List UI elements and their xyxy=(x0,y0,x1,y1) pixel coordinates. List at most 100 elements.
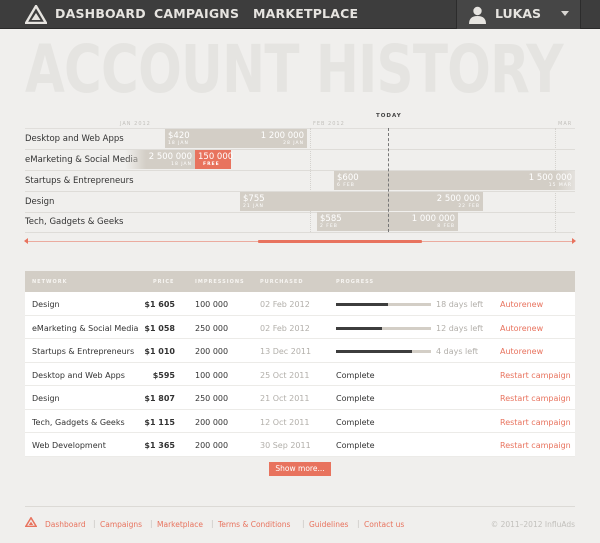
bar-impressions: 1 500 000 xyxy=(528,173,572,183)
footer-logo-icon[interactable] xyxy=(25,517,37,527)
bar-end-date: 8 Feb xyxy=(437,224,455,229)
footer-link-terms[interactable]: Terms & Conditions xyxy=(218,520,290,529)
cell-price: $1 115 xyxy=(144,417,175,427)
cell-action-link[interactable]: Restart campaign xyxy=(500,441,571,450)
timeline-bar[interactable]: 2 500 000 18 Jan xyxy=(125,150,195,169)
nav-campaigns[interactable]: Campaigns xyxy=(154,6,239,21)
free-badge: Free xyxy=(203,162,220,167)
month-divider-feb xyxy=(310,128,311,232)
timeline-row-label: Startups & Entrepreneurs xyxy=(25,176,134,186)
footer-link-campaigns[interactable]: Campaigns xyxy=(100,520,142,529)
header-impressions: Impressions xyxy=(195,279,245,285)
cell-price: $1 605 xyxy=(144,300,175,309)
scroll-right-arrow-icon[interactable] xyxy=(572,238,576,244)
footer-divider xyxy=(25,506,575,507)
timeline-bar[interactable]: $755 2 500 000 21 Jan 22 Feb xyxy=(240,192,483,211)
table-row: Desktop and Web Apps $595 100 000 25 Oct 20… xyxy=(25,363,575,386)
cell-action-link[interactable]: Autorenew xyxy=(500,347,543,356)
cell-impressions: 200 000 xyxy=(195,417,229,427)
table-body: Design $1 605 100 000 02 Feb 2012 18 days le… xyxy=(25,292,575,457)
user-name: Lukas xyxy=(495,6,542,21)
cell-network: Design xyxy=(32,394,60,403)
today-marker xyxy=(388,128,389,232)
footer-link-marketplace[interactable]: Marketplace xyxy=(157,520,203,529)
scroll-left-arrow-icon[interactable] xyxy=(24,238,28,244)
bar-start-date: 6 Feb xyxy=(337,183,355,188)
progress-bar-fill xyxy=(336,350,412,353)
cell-remaining: 12 days left xyxy=(436,323,484,333)
footer-separator: | xyxy=(93,519,96,528)
cell-network: Web Development xyxy=(32,441,106,450)
table-row: Design $1 807 250 000 21 Oct 2011 Complete Re… xyxy=(25,386,575,410)
month-label-mar: Mar xyxy=(558,121,573,127)
cell-action-link[interactable]: Restart campaign xyxy=(500,371,571,380)
cell-action-link[interactable]: Restart campaign xyxy=(500,418,571,427)
timeline-row-label: eMarketing & Social Media xyxy=(25,155,139,165)
cell-status: Complete xyxy=(336,370,375,380)
bar-start-date: 21 Jan xyxy=(243,204,264,209)
footer-link-contact[interactable]: Contact us xyxy=(364,520,404,529)
top-navigation: Dashboard Campaigns Marketplace Lukas xyxy=(0,0,600,29)
footer-link-dashboard[interactable]: Dashboard xyxy=(45,520,86,529)
progress-bar xyxy=(336,303,431,306)
cell-action-link[interactable]: Autorenew xyxy=(500,300,543,309)
cell-impressions: 250 000 xyxy=(195,394,229,403)
footer-separator: | xyxy=(357,519,360,528)
cell-price: $1 365 xyxy=(144,441,175,450)
timeline-row-divider xyxy=(25,149,575,150)
timeline-row-label: Tech, Gadgets & Geeks xyxy=(25,217,124,227)
header-purchased: Purchased xyxy=(260,279,304,285)
cell-remaining: 18 days left xyxy=(436,300,484,309)
timeline-bar[interactable]: $600 1 500 000 6 Feb 15 Mar xyxy=(334,171,575,190)
timeline-row-label: Desktop and Web Apps xyxy=(25,134,124,144)
table-row: eMarketing & Social Media $1 058 250 000 02… xyxy=(25,316,575,339)
caret-down-icon[interactable] xyxy=(561,11,569,16)
header-progress: Progress xyxy=(336,279,375,285)
table-row: Startups & Entrepreneurs $1 010 200 000 13 … xyxy=(25,339,575,363)
footer-link-guidelines[interactable]: Guidelines xyxy=(309,520,348,529)
cell-purchased: 13 Dec 2011 xyxy=(260,347,312,356)
cell-purchased: 12 Oct 2011 xyxy=(260,417,310,427)
footer-separator: | xyxy=(302,519,305,528)
nav-dashboard[interactable]: Dashboard xyxy=(55,6,146,21)
bar-impressions: 2 500 000 xyxy=(436,194,480,204)
timeline-bar[interactable]: $420 1 200 000 18 Jan 28 Jan xyxy=(165,129,307,148)
cell-price: $595 xyxy=(152,370,175,380)
timeline-row-divider xyxy=(25,212,575,213)
cell-impressions: 250 000 xyxy=(195,323,229,333)
user-avatar-icon xyxy=(469,6,486,24)
bar-price: $585 xyxy=(320,214,342,224)
bar-end-date: 22 Feb xyxy=(458,204,480,209)
history-table: Network Price Impressions Purchased Prog… xyxy=(25,271,575,457)
show-more-button[interactable]: Show more... xyxy=(269,462,331,476)
progress-bar-fill xyxy=(336,303,389,306)
table-header: Network Price Impressions Purchased Prog… xyxy=(25,271,575,292)
timeline-scroll-thumb[interactable] xyxy=(258,240,422,243)
nav-marketplace[interactable]: Marketplace xyxy=(253,6,358,21)
bar-impressions: 150 000 xyxy=(198,152,234,162)
table-row: Tech, Gadgets & Geeks $1 115 200 000 12 Oct… xyxy=(25,410,575,433)
footer-separator: | xyxy=(150,519,153,528)
cell-purchased: 25 Oct 2011 xyxy=(260,370,310,380)
table-row: Design $1 605 100 000 02 Feb 2012 18 days le… xyxy=(25,292,575,316)
page-title: Account History xyxy=(25,31,563,108)
cell-action-link[interactable]: Restart campaign xyxy=(500,394,571,403)
progress-bar xyxy=(336,350,431,353)
user-menu[interactable]: Lukas xyxy=(456,0,581,29)
cell-impressions: 100 000 xyxy=(195,300,229,309)
cell-action-link[interactable]: Autorenew xyxy=(500,324,543,333)
bar-price: $755 xyxy=(243,194,265,204)
cell-status: Complete xyxy=(336,394,375,403)
cell-price: $1 010 xyxy=(144,347,175,356)
cell-purchased: 02 Feb 2012 xyxy=(260,323,310,333)
cell-price: $1 807 xyxy=(144,394,175,403)
footer-separator: | xyxy=(211,519,214,528)
bar-end-date: 15 Mar xyxy=(548,183,572,188)
timeline-row-divider xyxy=(25,232,575,233)
cell-network: Tech, Gadgets & Geeks xyxy=(32,417,125,427)
timeline-bar-free[interactable]: 150 000 Free xyxy=(195,150,234,169)
bar-start-date: 18 Jan xyxy=(168,141,189,146)
triangle-logo-icon[interactable] xyxy=(25,5,47,24)
bar-price: $420 xyxy=(168,131,190,141)
today-label: Today xyxy=(376,113,402,119)
